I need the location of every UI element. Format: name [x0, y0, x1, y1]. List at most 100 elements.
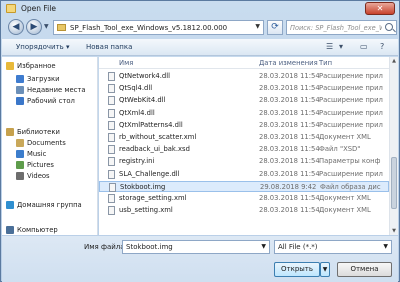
file-type: Расширение прил — [319, 96, 383, 105]
file-row[interactable]: SLA_Challenge.dll 28.03.2018 11:54 Расшире… — [99, 169, 389, 180]
cancel-button[interactable]: Отмена — [337, 262, 392, 277]
file-date: 28.03.2018 11:54 — [259, 133, 320, 141]
file-name[interactable]: SLA_Challenge.dll — [119, 170, 180, 178]
chevron-down-icon[interactable]: ▼ — [255, 23, 260, 30]
file-name[interactable]: QtWebKit4.dll — [119, 96, 165, 104]
forward-button[interactable]: ▶ — [26, 19, 42, 35]
folder-icon — [6, 4, 16, 13]
file-type: Документ XML — [319, 194, 371, 202]
file-name[interactable]: readback_ui_bak.xsd — [119, 145, 190, 153]
file-date: 29.08.2018 9:42 — [260, 182, 317, 191]
libraries-icon — [6, 128, 14, 136]
file-icon — [108, 120, 115, 130]
filename-label: Имя файла: — [84, 243, 127, 251]
file-date: 28.03.2018 11:54 — [259, 72, 320, 80]
file-name[interactable]: usb_setting.xml — [119, 206, 173, 214]
search-input[interactable]: Поиск: SP_Flash_Tool_exe_Win... — [290, 24, 382, 32]
help-icon[interactable]: ? — [380, 42, 384, 51]
dialog-footer: Имя файла: Stokboot.img ▼ All File (*.*)… — [2, 236, 398, 282]
folder-icon — [57, 24, 66, 31]
sidebar-item-label: Недавние места — [27, 86, 86, 94]
sidebar-item-label: Videos — [27, 172, 50, 180]
file-icon — [108, 145, 115, 155]
filetype-value[interactable]: All File (*.*) — [278, 243, 318, 251]
chevron-down-icon[interactable]: ▾ — [339, 42, 343, 51]
documents-icon — [16, 139, 24, 147]
file-date: 28.03.2018 11:54 — [259, 157, 320, 166]
recent-pages-dropdown[interactable]: ▼ — [44, 23, 49, 30]
view-options-icon[interactable]: ☰ — [326, 42, 333, 51]
pictures-icon — [16, 161, 24, 169]
file-row[interactable]: usb_setting.xml 28.03.2018 11:54 Документ … — [99, 205, 389, 216]
file-row[interactable]: QtXml4.dll 28.03.2018 11:54 Расширение при… — [99, 108, 389, 119]
file-date: 28.03.2018 11:54 — [259, 96, 320, 105]
search-box[interactable]: Поиск: SP_Flash_Tool_exe_Win... — [286, 20, 397, 35]
recent-places-icon — [16, 86, 24, 94]
file-name[interactable]: QtSql4.dll — [119, 84, 152, 92]
file-icon — [108, 84, 115, 94]
sidebar-item-label: Загрузки — [27, 75, 60, 83]
scroll-up-icon[interactable]: ▲ — [390, 57, 398, 65]
desktop-icon — [16, 97, 24, 105]
file-row[interactable]: QtSql4.dll 28.03.2018 11:54 Расширение при… — [99, 83, 389, 94]
sidebar-item-label: Компьютер — [17, 226, 58, 234]
filename-input[interactable]: Stokboot.img ▼ — [122, 240, 270, 254]
column-date[interactable]: Дата изменения — [259, 59, 318, 67]
file-row[interactable]: QtNetwork4.dll 28.03.2018 11:54 Расширение… — [99, 71, 389, 82]
column-headers: Имя Дата изменения Тип — [99, 57, 389, 69]
column-name[interactable]: Имя — [119, 59, 133, 67]
filetype-select[interactable]: All File (*.*) ▼ — [274, 240, 392, 254]
file-icon — [108, 194, 115, 203]
file-type: Документ XML — [319, 206, 371, 215]
address-bar[interactable]: SP_Flash_Tool_exe_Windows_v5.1812.00.000… — [53, 20, 264, 35]
window-title: Open File — [21, 4, 56, 13]
file-name[interactable]: Stokboot.img — [120, 183, 165, 191]
file-icon — [108, 206, 115, 216]
sidebar-item-label: Библиотеки — [17, 128, 60, 136]
star-icon — [6, 62, 14, 70]
command-toolbar: Упорядочить ▾ Новая папка ☰ ▾ ▭ ? — [2, 39, 398, 56]
open-options-button[interactable]: ▼ — [320, 262, 330, 277]
open-file-dialog: Open File ✕ ◀ ▶ ▼ SP_Flash_Tool_exe_Wind… — [0, 0, 400, 282]
file-type: Расширение прил — [319, 72, 383, 80]
file-name[interactable]: storage_setting.xml — [119, 194, 186, 202]
scroll-down-icon[interactable]: ▼ — [390, 227, 398, 235]
file-icon — [108, 72, 115, 81]
column-type[interactable]: Тип — [319, 59, 332, 67]
file-row[interactable]: Stokboot.img 29.08.2018 9:42 Файл образа д… — [99, 180, 389, 192]
sidebar-item-label: Рабочий стол — [27, 97, 75, 105]
back-button[interactable]: ◀ — [8, 19, 24, 35]
file-row[interactable]: rb_without_scatter.xml 28.03.2018 11:54 До… — [99, 132, 389, 143]
file-name[interactable]: QtXml4.dll — [119, 109, 155, 117]
refresh-button[interactable]: ⟳ — [267, 20, 283, 35]
file-row[interactable]: registry.ini 28.03.2018 11:54 Параметры ко… — [99, 156, 389, 167]
sidebar-item-label: Домашняя группа — [17, 201, 82, 209]
new-folder-button[interactable]: Новая папка — [86, 43, 132, 51]
file-row[interactable]: storage_setting.xml 28.03.2018 11:54 Докум… — [99, 193, 389, 204]
chevron-down-icon[interactable]: ▼ — [261, 243, 266, 250]
computer-icon — [6, 226, 14, 234]
organize-button[interactable]: Упорядочить ▾ — [16, 43, 70, 51]
preview-pane-icon[interactable]: ▭ — [360, 42, 368, 51]
file-date: 28.03.2018 11:54 — [259, 108, 320, 117]
filename-value[interactable]: Stokboot.img — [126, 243, 173, 251]
file-row[interactable]: readback_ui_bak.xsd 28.03.2018 11:54 Файл … — [99, 144, 389, 155]
file-name[interactable]: rb_without_scatter.xml — [119, 133, 196, 141]
scrollbar-thumb[interactable] — [391, 157, 397, 209]
file-type: Расширение прил — [319, 84, 383, 93]
file-row[interactable]: QtXmlPatterns4.dll 28.03.2018 11:54 Расшир… — [99, 120, 389, 131]
sidebar-item-label: Documents — [27, 139, 66, 147]
file-type: Расширение прил — [319, 120, 383, 129]
address-path: SP_Flash_Tool_exe_Windows_v5.1812.00.000 — [70, 24, 228, 32]
file-type: Файл образа дис — [320, 182, 381, 191]
file-name[interactable]: QtNetwork4.dll — [119, 72, 170, 80]
file-icon — [109, 182, 116, 192]
close-button[interactable]: ✕ — [365, 2, 395, 15]
file-name[interactable]: QtXmlPatterns4.dll — [119, 121, 183, 129]
chevron-down-icon[interactable]: ▼ — [383, 243, 388, 250]
file-name[interactable]: registry.ini — [119, 157, 154, 165]
vertical-scrollbar[interactable]: ▲ ▼ — [389, 57, 398, 235]
file-list: Имя Дата изменения Тип QtNetwork4.dll 28.… — [99, 57, 389, 235]
open-button[interactable]: Открыть — [274, 262, 320, 277]
file-row[interactable]: QtWebKit4.dll 28.03.2018 11:54 Расширение … — [99, 95, 389, 106]
